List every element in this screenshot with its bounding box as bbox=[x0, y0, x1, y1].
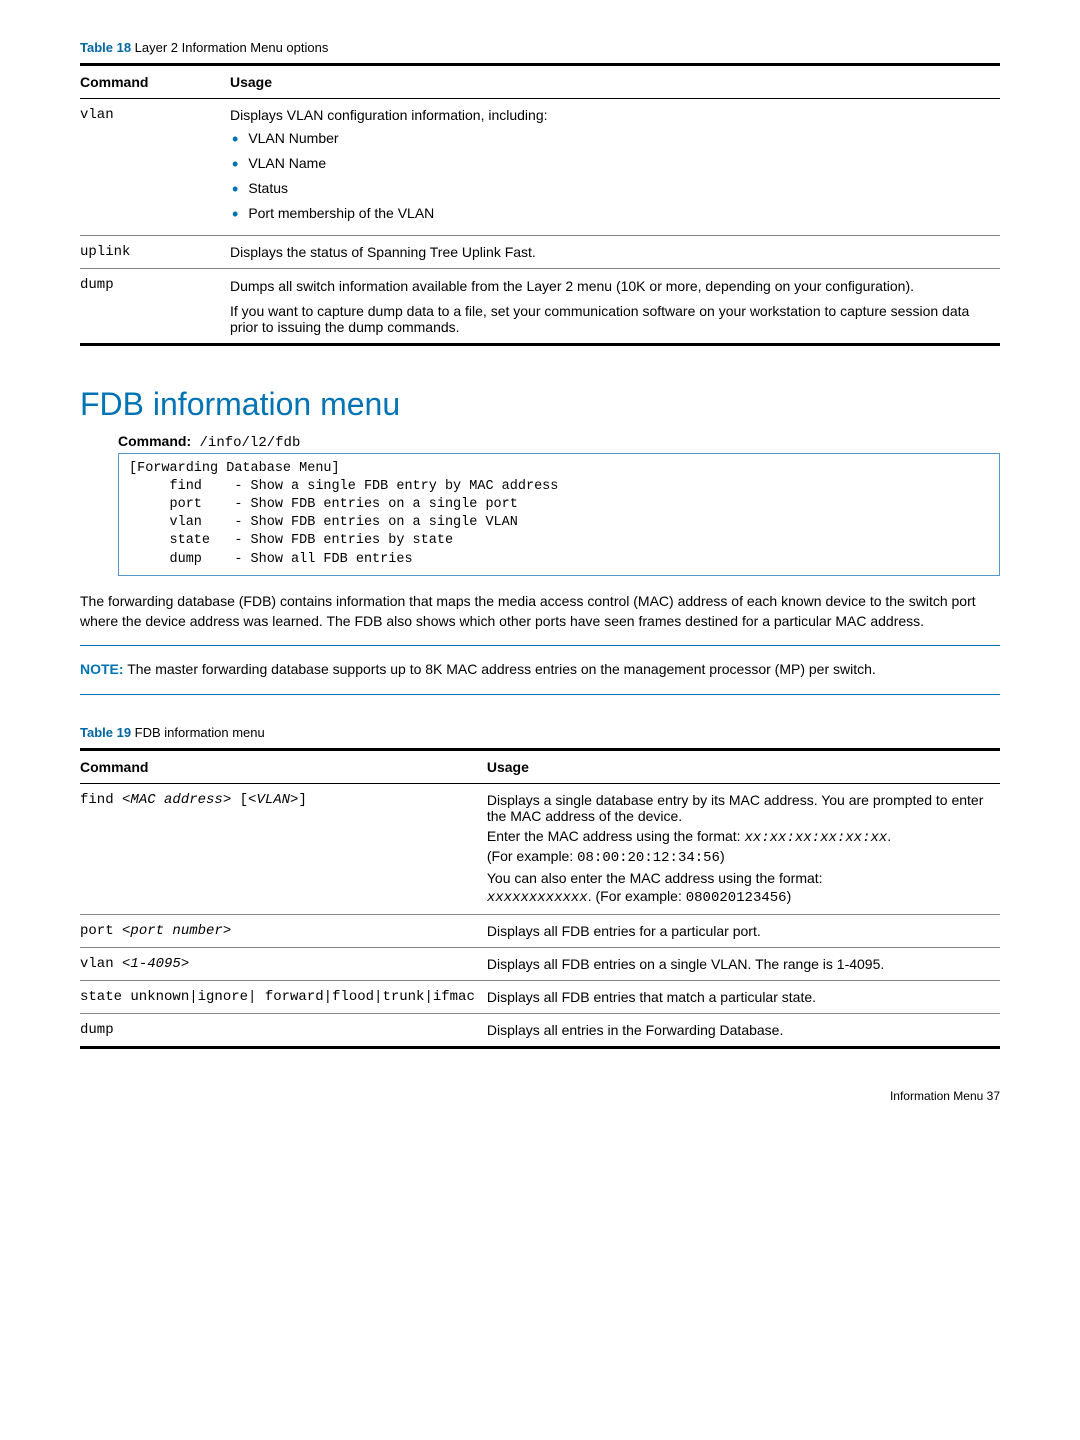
list-item: VLAN Name bbox=[232, 152, 988, 177]
t19-r1-cmd: port <port number> bbox=[80, 914, 487, 947]
table-row: uplink Displays the status of Spanning T… bbox=[80, 236, 1000, 269]
t18-r0-cmd: vlan bbox=[80, 99, 230, 236]
command-label: Command: bbox=[118, 433, 191, 449]
note-text: The master forwarding database supports … bbox=[124, 661, 876, 677]
txt: . bbox=[887, 828, 891, 844]
t18-r0-usage: Displays VLAN configuration information,… bbox=[230, 99, 1000, 236]
note-label: NOTE: bbox=[80, 661, 124, 677]
cmd-arg: <VLAN> bbox=[248, 792, 298, 808]
table-row: vlan <1-4095> Displays all FDB entries o… bbox=[80, 947, 1000, 980]
t19-r3-usage: Displays all FDB entries that match a pa… bbox=[487, 980, 1000, 1013]
t18-r2-p2: If you want to capture dump data to a fi… bbox=[230, 303, 988, 335]
t18-r2-usage: Dumps all switch information available f… bbox=[230, 269, 1000, 345]
txt: ) bbox=[720, 848, 725, 864]
t18-r1-usage: Displays the status of Spanning Tree Upl… bbox=[230, 236, 1000, 269]
example: 080020123456 bbox=[686, 890, 787, 906]
t18-r0-bullets: VLAN Number VLAN Name Status Port member… bbox=[230, 127, 988, 227]
table19-header-row: Command Usage bbox=[80, 749, 1000, 783]
table19: Command Usage find <MAC address> [<VLAN>… bbox=[80, 748, 1000, 1049]
example: 08:00:20:12:34:56 bbox=[577, 850, 720, 866]
t19-r0-p4: You can also enter the MAC address using… bbox=[487, 870, 988, 886]
t19-r0-p3: (For example: 08:00:20:12:34:56) bbox=[487, 848, 988, 866]
table18-caption: Table 18 Layer 2 Information Menu option… bbox=[80, 40, 1000, 55]
t19-r0-cmd: find <MAC address> [<VLAN>] bbox=[80, 783, 487, 914]
t19-r3-cmd: state unknown|ignore| forward|flood|trun… bbox=[80, 980, 487, 1013]
table19-caption: Table 19 FDB information menu bbox=[80, 725, 1000, 740]
table19-num: Table 19 bbox=[80, 725, 131, 740]
t19-r4-cmd: dump bbox=[80, 1013, 487, 1047]
t19-r2-usage: Displays all FDB entries on a single VLA… bbox=[487, 947, 1000, 980]
note: NOTE: The master forwarding database sup… bbox=[80, 660, 1000, 680]
table19-caption-text: FDB information menu bbox=[131, 725, 265, 740]
table18-h1: Command bbox=[80, 65, 230, 99]
note-sep-top bbox=[80, 645, 1000, 646]
list-item: Status bbox=[232, 177, 988, 202]
fdb-paragraph: The forwarding database (FDB) contains i… bbox=[80, 592, 1000, 631]
cmd-text: ] bbox=[298, 792, 306, 808]
t19-r1-usage: Displays all FDB entries for a particula… bbox=[487, 914, 1000, 947]
txt: . (For example: bbox=[588, 888, 686, 904]
cmd-text: port bbox=[80, 923, 122, 939]
cmd-arg: <MAC address> bbox=[122, 792, 231, 808]
t19-r0-usage: Displays a single database entry by its … bbox=[487, 783, 1000, 914]
t19-r0-p5: xxxxxxxxxxxx. (For example: 080020123456… bbox=[487, 888, 988, 906]
code-block: [Forwarding Database Menu] find - Show a… bbox=[118, 453, 1000, 576]
txt: Enter the MAC address using the format: bbox=[487, 828, 745, 844]
cmd-text: find bbox=[80, 792, 122, 808]
list-item: VLAN Number bbox=[232, 127, 988, 152]
table19-h2: Usage bbox=[487, 749, 1000, 783]
table18-h2: Usage bbox=[230, 65, 1000, 99]
table18: Command Usage vlan Displays VLAN configu… bbox=[80, 63, 1000, 346]
fmt: xxxxxxxxxxxx bbox=[487, 890, 588, 906]
txt: (For example: bbox=[487, 848, 577, 864]
table-row: dump Displays all entries in the Forward… bbox=[80, 1013, 1000, 1047]
cmd-text: [ bbox=[231, 792, 248, 808]
t19-r4-usage: Displays all entries in the Forwarding D… bbox=[487, 1013, 1000, 1047]
t18-r0-lead: Displays VLAN configuration information,… bbox=[230, 107, 548, 123]
page-footer: Information Menu 37 bbox=[80, 1089, 1000, 1103]
t19-r2-cmd: vlan <1-4095> bbox=[80, 947, 487, 980]
fmt: xx:xx:xx:xx:xx:xx bbox=[744, 830, 887, 846]
note-sep-bottom bbox=[80, 694, 1000, 695]
table-row: dump Dumps all switch information availa… bbox=[80, 269, 1000, 345]
cmd-arg: <1-4095> bbox=[122, 956, 189, 972]
txt: ) bbox=[787, 888, 792, 904]
page-title: FDB information menu bbox=[80, 386, 1000, 423]
cmd-text: vlan bbox=[80, 956, 122, 972]
table18-caption-text: Layer 2 Information Menu options bbox=[131, 40, 328, 55]
t19-r0-p2: Enter the MAC address using the format: … bbox=[487, 828, 988, 846]
cmd-arg: <port number> bbox=[122, 923, 231, 939]
command-value: /info/l2/fdb bbox=[191, 435, 300, 451]
list-item: Port membership of the VLAN bbox=[232, 202, 988, 227]
table-row: find <MAC address> [<VLAN>] Displays a s… bbox=[80, 783, 1000, 914]
table19-h1: Command bbox=[80, 749, 487, 783]
t18-r2-cmd: dump bbox=[80, 269, 230, 345]
table-row: vlan Displays VLAN configuration informa… bbox=[80, 99, 1000, 236]
table-row: port <port number> Displays all FDB entr… bbox=[80, 914, 1000, 947]
table-row: state unknown|ignore| forward|flood|trun… bbox=[80, 980, 1000, 1013]
table18-num: Table 18 bbox=[80, 40, 131, 55]
table18-header-row: Command Usage bbox=[80, 65, 1000, 99]
command-line: Command: /info/l2/fdb bbox=[118, 433, 1000, 451]
t19-r0-p1: Displays a single database entry by its … bbox=[487, 792, 988, 824]
t18-r2-p1: Dumps all switch information available f… bbox=[230, 277, 988, 297]
t18-r1-cmd: uplink bbox=[80, 236, 230, 269]
